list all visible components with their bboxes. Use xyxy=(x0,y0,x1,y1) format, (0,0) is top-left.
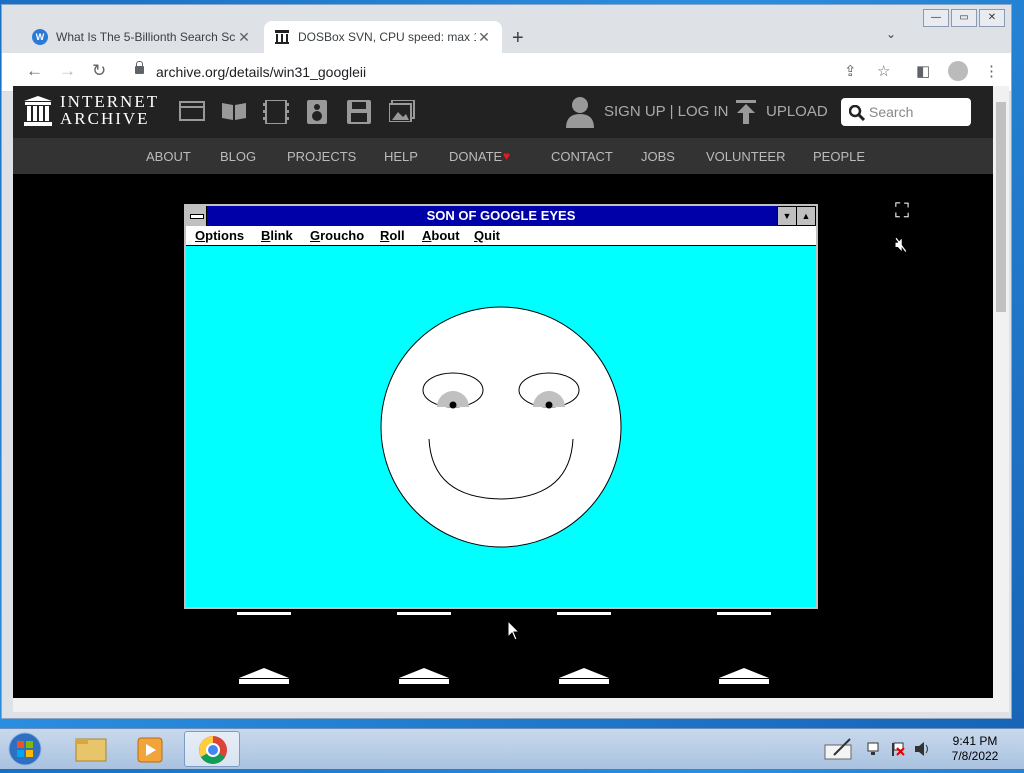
emulator-drive-indicators xyxy=(237,612,771,684)
search-placeholder: Search xyxy=(869,104,914,120)
images-icon[interactable] xyxy=(389,100,415,122)
web-icon[interactable] xyxy=(179,100,205,122)
mouse-cursor-icon xyxy=(507,620,521,641)
ia-header: INTERNET ARCHIVE SIGN UP | LOG IN UPLOAD… xyxy=(13,86,993,138)
minimize-down-icon[interactable]: ▼ xyxy=(777,206,797,226)
nav-jobs[interactable]: JOBS xyxy=(641,149,675,164)
system-clock[interactable]: 9:41 PM 7/8/2022 xyxy=(940,734,1010,764)
signup-login-link[interactable]: SIGN UP | LOG IN xyxy=(604,103,728,120)
action-center-icon[interactable] xyxy=(824,737,854,761)
window-controls: — ▭ ✕ xyxy=(921,9,1005,27)
ia-logo-icon[interactable] xyxy=(24,96,52,126)
menu-kebab-icon[interactable]: ⋮ xyxy=(984,62,999,80)
reload-icon[interactable]: ↻ xyxy=(92,61,106,81)
share-icon[interactable]: ⇪ xyxy=(844,62,857,80)
ia-wordmark-line: INTERNET xyxy=(60,92,160,111)
profile-icon[interactable] xyxy=(948,61,968,81)
emulator-window[interactable]: SON OF GOOGLE EYES ▼ ▲ Options Blink Gro… xyxy=(184,204,818,609)
nav-projects[interactable]: PROJECTS xyxy=(287,149,356,164)
network-icon[interactable] xyxy=(866,741,882,757)
new-tab-icon[interactable]: + xyxy=(512,27,524,50)
mute-icon[interactable]: 🔇︎ xyxy=(895,234,908,257)
smiley-face-drawing xyxy=(380,306,622,548)
page-content: INTERNET ARCHIVE SIGN UP | LOG IN UPLOAD… xyxy=(13,86,993,698)
maximize-up-icon[interactable]: ▲ xyxy=(796,206,816,226)
software-icon[interactable] xyxy=(347,100,371,124)
address-bar[interactable]: archive.org/details/win31_googleii xyxy=(156,64,366,80)
minimize-icon[interactable]: — xyxy=(923,9,949,27)
nav-blog[interactable]: BLOG xyxy=(220,149,256,164)
clock-time: 9:41 PM xyxy=(952,734,998,748)
menu-blink[interactable]: Blink xyxy=(261,228,293,243)
nav-people[interactable]: PEOPLE xyxy=(813,149,865,164)
tab-wb[interactable]: W What Is The 5-Billionth Search Sc ✕ xyxy=(22,21,262,53)
nav-donate[interactable]: DONATE xyxy=(449,149,502,164)
upload-icon[interactable] xyxy=(736,100,756,124)
close-window-icon[interactable]: ✕ xyxy=(979,9,1005,27)
start-button-icon[interactable] xyxy=(6,731,44,767)
nav-help[interactable]: HELP xyxy=(384,149,418,164)
media-player-taskbar-icon[interactable] xyxy=(122,731,178,767)
horizontal-scrollbar[interactable] xyxy=(13,698,993,712)
close-tab-icon[interactable]: ✕ xyxy=(476,29,492,46)
tab-title: What Is The 5-Billionth Search Sc xyxy=(56,30,236,44)
tab-title: DOSBox SVN, CPU speed: max 10 xyxy=(298,30,476,44)
tab-search-icon[interactable]: ⌄ xyxy=(886,27,896,41)
heart-icon: ♥ xyxy=(503,149,511,163)
scrollbar-thumb[interactable] xyxy=(996,102,1006,312)
nav-about[interactable]: ABOUT xyxy=(146,149,191,164)
forward-icon[interactable]: → xyxy=(59,61,76,81)
tab-strip: W What Is The 5-Billionth Search Sc ✕ DO… xyxy=(2,5,1011,53)
menu-options[interactable]: Options xyxy=(195,228,244,243)
nav-volunteer[interactable]: VOLUNTEER xyxy=(706,149,785,164)
taskbar: 9:41 PM 7/8/2022 xyxy=(0,728,1024,769)
app-title-bar[interactable]: SON OF GOOGLE EYES ▼ ▲ xyxy=(186,206,816,226)
ia-search-input[interactable]: Search xyxy=(841,98,971,126)
close-tab-icon[interactable]: ✕ xyxy=(236,29,252,46)
volume-icon[interactable] xyxy=(914,741,932,757)
wb-icon: W xyxy=(32,29,48,45)
maximize-icon[interactable]: ▭ xyxy=(951,9,977,27)
video-icon[interactable] xyxy=(263,100,289,124)
ia-wordmark-line: ARCHIVE xyxy=(60,109,150,128)
side-panel-icon[interactable]: ◧ xyxy=(916,62,930,80)
fullscreen-icon[interactable]: ⛶ xyxy=(895,200,909,223)
ia-nav-bar: ABOUT BLOG PROJECTS HELP DONATE ♥ CONTAC… xyxy=(13,138,993,174)
audio-icon[interactable] xyxy=(307,100,327,124)
search-icon xyxy=(849,105,865,121)
menu-groucho[interactable]: Groucho xyxy=(310,228,364,243)
explorer-taskbar-icon[interactable] xyxy=(62,731,118,767)
bookmark-star-icon[interactable]: ☆ xyxy=(877,62,890,80)
tab-dosbox[interactable]: DOSBox SVN, CPU speed: max 10 ✕ xyxy=(264,21,502,53)
menu-about[interactable]: About xyxy=(422,228,460,243)
app-menu-bar: Options Blink Groucho Roll About Quit xyxy=(186,226,816,246)
lock-icon xyxy=(135,61,144,74)
ia-wordmark[interactable]: INTERNET ARCHIVE xyxy=(60,93,159,127)
archive-icon xyxy=(274,29,290,45)
menu-quit[interactable]: Quit xyxy=(474,228,500,243)
user-icon[interactable] xyxy=(566,96,594,128)
app-client-area[interactable] xyxy=(186,246,816,607)
nav-contact[interactable]: CONTACT xyxy=(551,149,613,164)
menu-roll[interactable]: Roll xyxy=(380,228,405,243)
flag-alert-icon[interactable] xyxy=(890,741,906,757)
clock-date: 7/8/2022 xyxy=(951,749,999,763)
back-icon[interactable]: ← xyxy=(26,61,43,81)
texts-icon[interactable] xyxy=(221,100,247,122)
upload-link[interactable]: UPLOAD xyxy=(766,103,828,120)
chrome-taskbar-icon[interactable] xyxy=(184,731,240,767)
app-title: SON OF GOOGLE EYES xyxy=(426,208,576,223)
vertical-scrollbar[interactable] xyxy=(993,86,1009,712)
